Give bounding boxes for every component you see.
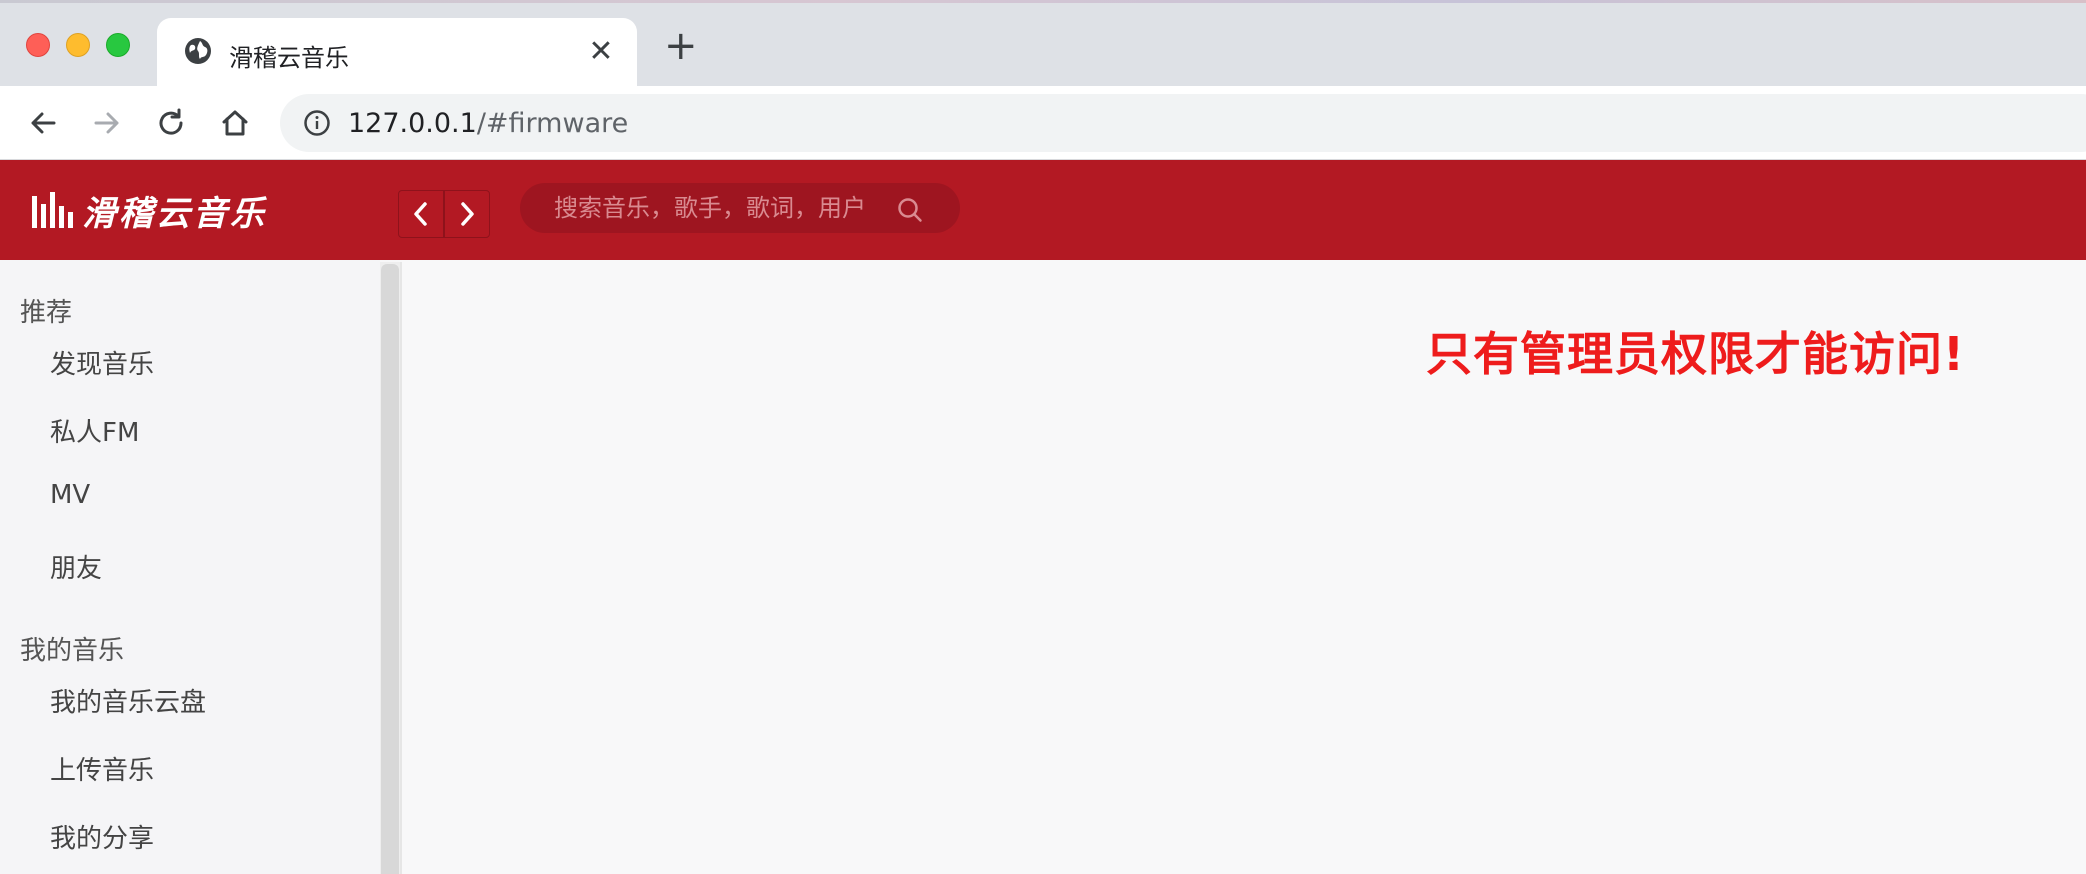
app-header: 滑稽云音乐 <box>0 160 2086 260</box>
browser-reload-button[interactable] <box>152 104 190 142</box>
search-input[interactable] <box>520 183 960 233</box>
sidebar: 推荐 发现音乐 私人FM MV 朋友 我的音乐 我的音乐云盘 上传音乐 我的分享 <box>0 260 380 874</box>
section-title-my-music: 我的音乐 <box>20 636 125 666</box>
tab-title: 滑稽云音乐 <box>229 44 349 72</box>
window-close-button[interactable] <box>26 33 50 57</box>
browser-forward-button[interactable] <box>88 104 126 142</box>
home-icon <box>222 110 248 136</box>
chevron-right-icon <box>461 202 474 226</box>
sidebar-scrollbar-thumb[interactable] <box>381 264 399 874</box>
url-host: 127.0.0.1 <box>348 108 477 139</box>
logo-text: 滑稽云音乐 <box>82 193 267 234</box>
sidebar-item-private-fm[interactable]: 私人FM <box>50 412 139 449</box>
new-tab-button[interactable]: + <box>664 26 698 66</box>
sidebar-item-my-shares[interactable]: 我的分享 <box>50 818 154 855</box>
url-text[interactable]: 127.0.0.1/#firmware <box>348 108 628 139</box>
music-bars-icon <box>32 192 73 228</box>
history-back-button[interactable] <box>398 190 444 238</box>
address-bar[interactable]: 127.0.0.1/#firmware <box>280 94 2086 152</box>
sidebar-item-upload-music[interactable]: 上传音乐 <box>50 750 154 787</box>
browser-tabstrip: 滑稽云音乐 ✕ + <box>0 0 2086 86</box>
search-icon[interactable] <box>896 196 924 224</box>
tabstrip-topline <box>0 0 2086 3</box>
window-zoom-button[interactable] <box>106 33 130 57</box>
info-icon[interactable] <box>302 108 332 138</box>
reload-icon <box>159 108 183 135</box>
browser-home-button[interactable] <box>216 104 254 142</box>
globe-icon <box>185 38 211 64</box>
close-tab-icon[interactable]: ✕ <box>587 37 615 67</box>
chevron-left-icon <box>414 202 427 226</box>
sidebar-item-discover-music[interactable]: 发现音乐 <box>50 344 154 381</box>
sidebar-item-friends[interactable]: 朋友 <box>50 548 102 585</box>
app-logo[interactable]: 滑稽云音乐 <box>30 188 267 234</box>
section-title-recommend: 推荐 <box>20 298 73 328</box>
sidebar-item-cloud-drive[interactable]: 我的音乐云盘 <box>50 682 206 719</box>
browser-back-button[interactable] <box>24 104 62 142</box>
history-forward-button[interactable] <box>444 190 490 238</box>
arrow-left-icon <box>31 112 56 134</box>
browser-toolbar: 127.0.0.1/#firmware <box>0 86 2086 160</box>
window-minimize-button[interactable] <box>66 33 90 57</box>
url-path: /#firmware <box>476 108 629 139</box>
sidebar-item-mv[interactable]: MV <box>50 480 90 510</box>
browser-tab[interactable]: 滑稽云音乐 ✕ <box>157 18 637 86</box>
arrow-right-icon <box>94 112 119 134</box>
access-denied-message: 只有管理员权限才能访问! <box>1426 327 1965 381</box>
